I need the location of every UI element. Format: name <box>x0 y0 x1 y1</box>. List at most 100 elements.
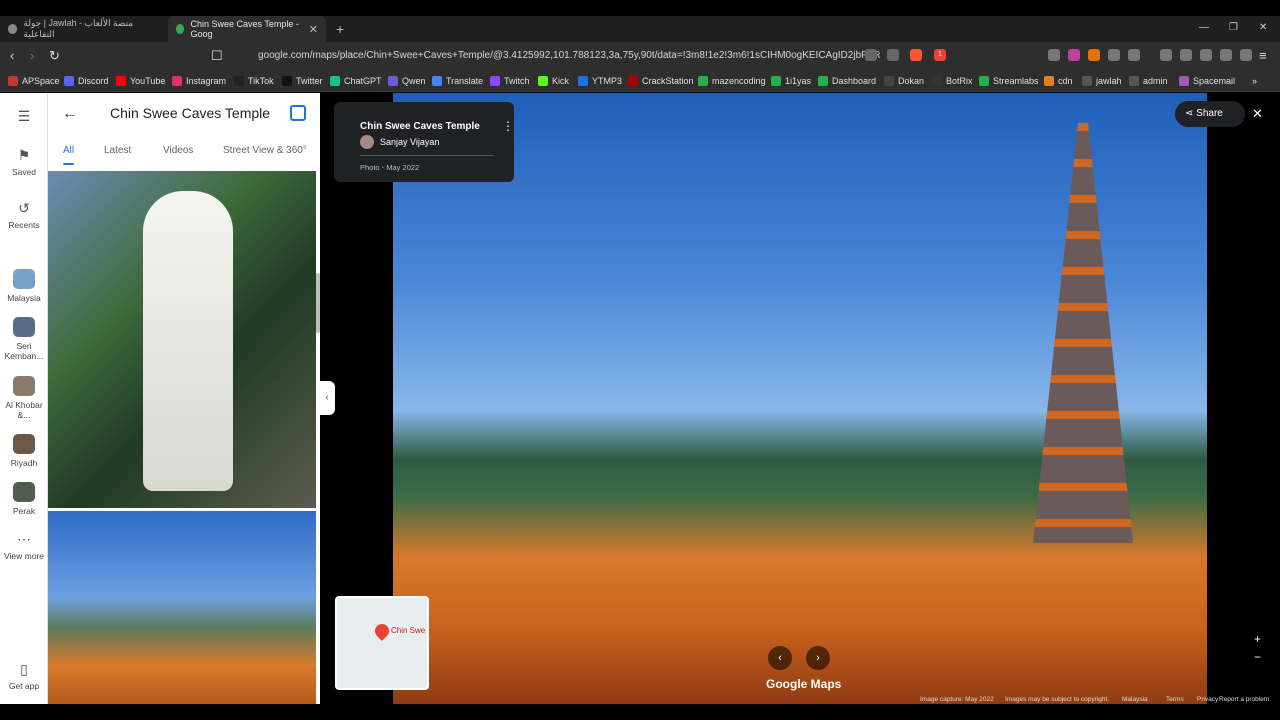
bookmark-youtube[interactable]: YouTube <box>116 74 165 88</box>
hamburger-menu-icon[interactable]: ☰ <box>0 109 48 123</box>
bookmark-chatgpt[interactable]: ChatGPT <box>330 74 382 88</box>
next-photo-button[interactable]: › <box>806 646 830 670</box>
bookmark-jawlah[interactable]: jawlah <box>1082 74 1122 88</box>
previous-photo-button[interactable]: ‹ <box>768 646 792 670</box>
leo-ai-icon[interactable] <box>1220 49 1232 61</box>
main-photo[interactable] <box>393 93 1207 704</box>
photo-thumbnail-statue[interactable] <box>48 171 316 508</box>
history-icon: ↺ <box>18 200 30 216</box>
terms-link[interactable]: Terms <box>1166 696 1184 703</box>
brave-shield-icon[interactable] <box>910 49 922 61</box>
privacy-link[interactable]: Privacy <box>1197 696 1218 703</box>
share-page-icon[interactable] <box>887 49 899 61</box>
bookmark-spacemail[interactable]: Spacemail <box>1179 74 1235 88</box>
report-problem-link[interactable]: Report a problem <box>1219 696 1269 703</box>
photo-thumbnail-pagoda[interactable] <box>48 511 316 704</box>
bookmark-favicon-icon <box>64 76 74 86</box>
bookmark-streamlabs[interactable]: Streamlabs <box>979 74 1039 88</box>
extension-icon[interactable] <box>1088 49 1100 61</box>
recents-button[interactable]: ↺ Recents <box>0 200 48 230</box>
back-icon[interactable]: ‹ <box>10 48 14 63</box>
bookmark-instagram[interactable]: Instagram <box>172 74 226 88</box>
saved-button[interactable]: ⚑ Saved <box>0 147 48 177</box>
tab-jawlah[interactable]: جولة | Jawlah - منصة الألعاب التفاعلية <box>0 16 166 42</box>
extension-icon[interactable] <box>1068 49 1080 61</box>
recent-place-seri-kembangan[interactable]: Seri Kemban... <box>0 317 48 361</box>
recent-place-al-khobar[interactable]: Al Khobar &... <box>0 376 48 420</box>
tab-street-view[interactable]: Street View & 360° <box>223 145 307 156</box>
close-viewer-icon[interactable]: ✕ <box>1252 106 1263 122</box>
bookmark-favicon-icon <box>932 76 942 86</box>
bookmark-favicon-icon <box>282 76 292 86</box>
photo-author[interactable]: Sanjay Vijayan <box>380 137 439 147</box>
photo-place-title[interactable]: Chin Swee Caves Temple <box>360 121 480 132</box>
screen: جولة | Jawlah - منصة الألعاب التفاعلية C… <box>0 0 1280 720</box>
recent-place-riyadh[interactable]: Riyadh <box>0 434 48 468</box>
reload-icon[interactable]: ↻ <box>49 48 60 64</box>
bookmark-twitter[interactable]: Twitter <box>282 74 323 88</box>
close-tab-icon[interactable]: ✕ <box>309 23 318 36</box>
tab-latest[interactable]: Latest <box>104 145 131 156</box>
install-icon[interactable] <box>865 49 877 61</box>
photos-panel: ← Chin Swee Caves Temple All Latest Vide… <box>48 93 320 704</box>
zoom-out-button[interactable]: − <box>1254 650 1261 664</box>
more-bookmarks-icon[interactable]: » <box>1252 74 1257 88</box>
mini-map[interactable]: Chin Swe <box>335 596 429 690</box>
place-thumbnail <box>13 434 35 454</box>
bookmark-dashboard[interactable]: Dashboard <box>818 74 876 88</box>
bookmark-apspace[interactable]: APSpace <box>8 74 60 88</box>
zoom-in-button[interactable]: + <box>1254 632 1261 646</box>
collapse-panel-button[interactable]: ‹ <box>319 381 335 415</box>
bookmark-cdn[interactable]: cdn <box>1044 74 1073 88</box>
bookmark-label: Dashboard <box>832 76 877 86</box>
bookmark-label: Qwen <box>402 76 426 86</box>
back-arrow-icon[interactable]: ← <box>62 105 78 123</box>
share-button[interactable]: ⋖ Share <box>1175 101 1245 127</box>
minimize-icon[interactable]: — <box>1199 22 1209 33</box>
more-options-icon[interactable]: ⋮ <box>502 119 514 133</box>
bookmark-discord[interactable]: Discord <box>64 74 109 88</box>
bookmark-translate[interactable]: Translate <box>432 74 483 88</box>
bookmark-tiktok[interactable]: TikTok <box>234 74 274 88</box>
wallet-icon[interactable] <box>1200 49 1212 61</box>
photo-tabs: All Latest Videos Street View & 360° <box>48 145 320 167</box>
bookmark-dokan[interactable]: Dokan <box>884 74 924 88</box>
country-link[interactable]: Malaysia <box>1122 696 1148 703</box>
bookmark-1i1yas[interactable]: 1i1yas <box>771 74 811 88</box>
forward-icon[interactable]: › <box>30 48 34 63</box>
bookmark-mazencoding[interactable]: mazencoding <box>698 74 766 88</box>
url-input[interactable]: google.com/maps/place/Chin+Swee+Caves+Te… <box>230 46 880 66</box>
tab-google-maps[interactable]: Chin Swee Caves Temple - Goog ✕ <box>168 16 326 42</box>
bookmark-favicon-icon <box>172 76 182 86</box>
tab-all[interactable]: All <box>63 145 75 165</box>
bookmark-page-icon[interactable]: ☐ <box>211 48 223 64</box>
bookmark-admin[interactable]: admin <box>1129 74 1168 88</box>
view-more-button[interactable]: ⋯ View more <box>0 531 48 561</box>
new-tab-button[interactable]: + <box>336 21 344 37</box>
recent-place-perak[interactable]: Perak <box>0 482 48 516</box>
extensions-puzzle-icon[interactable] <box>1108 49 1120 61</box>
extension-icon[interactable] <box>1048 49 1060 61</box>
bookmark-twitch[interactable]: Twitch <box>490 74 530 88</box>
sidebar-icon[interactable] <box>1180 49 1192 61</box>
place-title: Chin Swee Caves Temple <box>110 105 271 121</box>
bookmark-label: APSpace <box>22 76 60 86</box>
get-app-button[interactable]: ▯ Get app <box>0 661 48 691</box>
bookmark-qwen[interactable]: Qwen <box>388 74 426 88</box>
media-icon[interactable] <box>1160 49 1172 61</box>
restore-icon[interactable]: ❐ <box>1229 22 1238 33</box>
bookmark-kick[interactable]: Kick <box>538 74 569 88</box>
add-photo-icon[interactable] <box>290 105 306 121</box>
brave-rewards-icon[interactable]: 1 <box>934 49 946 61</box>
bookmark-botrix[interactable]: BotRix <box>932 74 973 88</box>
share-label: Share <box>1196 108 1223 119</box>
window-close-icon[interactable]: ✕ <box>1259 22 1267 33</box>
recent-place-malaysia[interactable]: Malaysia <box>0 269 48 303</box>
tab-videos[interactable]: Videos <box>163 145 193 156</box>
vpn-icon[interactable] <box>1240 49 1252 61</box>
bookmark-ytmp3[interactable]: YTMP3 <box>578 74 622 88</box>
menu-icon[interactable]: ≡ <box>1259 48 1267 63</box>
author-avatar <box>360 135 374 149</box>
bookmark-crackstation[interactable]: CrackStation <box>628 74 694 88</box>
extension-icon[interactable] <box>1128 49 1140 61</box>
